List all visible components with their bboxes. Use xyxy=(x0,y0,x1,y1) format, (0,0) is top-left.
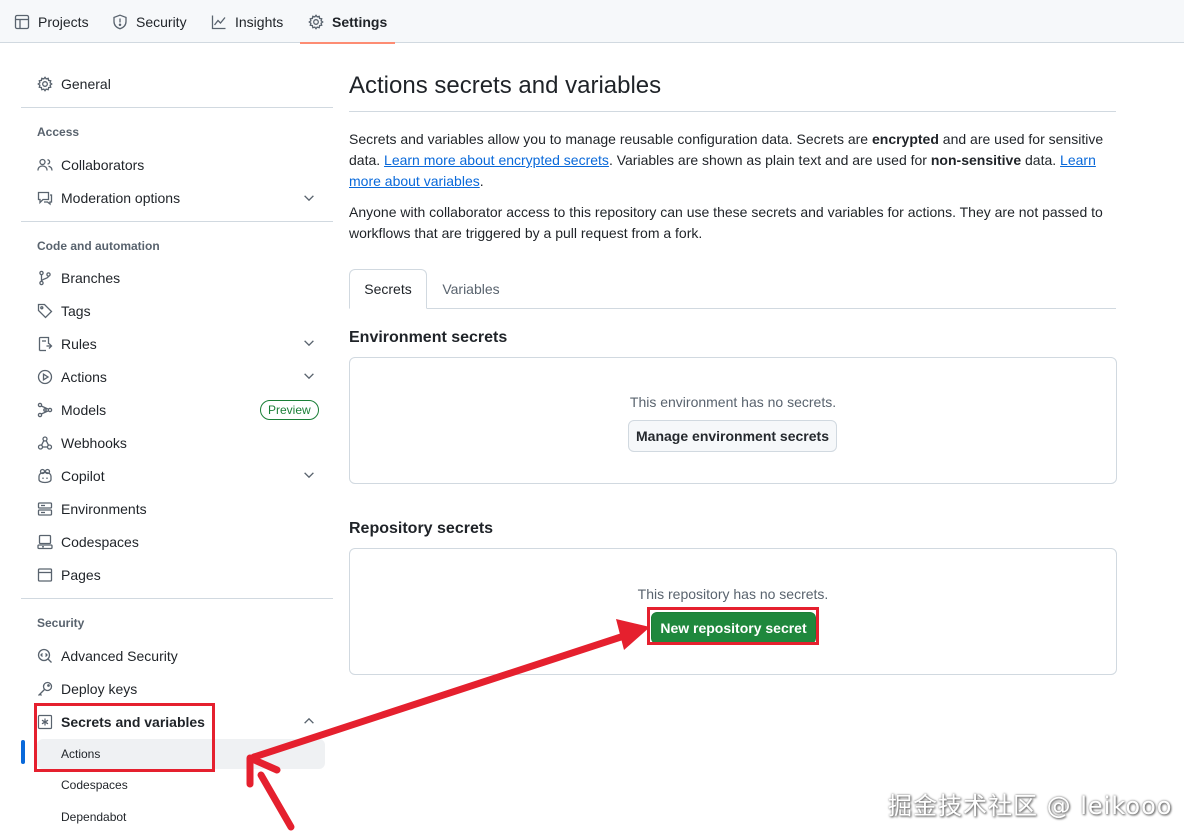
chevron-down-icon[interactable] xyxy=(302,191,316,205)
divider xyxy=(21,221,333,222)
branch-icon xyxy=(39,270,51,286)
play-icon xyxy=(37,369,53,385)
annotation-highlight-box xyxy=(34,703,215,772)
chevron-down-icon[interactable] xyxy=(302,336,316,350)
tab-security[interactable]: Security xyxy=(112,0,187,43)
repository-secrets-title: Repository secrets xyxy=(349,520,494,537)
divider xyxy=(349,111,1116,112)
rules-icon xyxy=(38,336,53,352)
gear-icon xyxy=(308,13,324,30)
sidebar-item-copilot[interactable]: Copilot xyxy=(37,461,105,491)
report-icon xyxy=(37,191,53,206)
sidebar-item-deploy-keys[interactable]: Deploy keys xyxy=(37,674,137,704)
sidebar-item-label: Environments xyxy=(61,501,147,517)
sidebar-item-label: Rules xyxy=(61,336,97,352)
key-icon xyxy=(38,681,53,696)
sidebar-item-label: Moderation options xyxy=(61,190,181,206)
sidebar-item-label: Pages xyxy=(61,567,101,583)
sidebar-item-label: Webhooks xyxy=(61,435,127,451)
sidebar-item-label: General xyxy=(61,76,111,92)
sidebar-item-branches[interactable]: Branches xyxy=(37,263,120,293)
codescan-icon xyxy=(37,648,52,663)
sidebar-subitem-dependabot[interactable]: Dependabot xyxy=(37,802,325,832)
sidebar-item-label: Advanced Security xyxy=(61,648,178,664)
people-icon xyxy=(37,158,53,171)
tab-label: Settings xyxy=(332,13,388,30)
chevron-down-icon[interactable] xyxy=(302,468,316,482)
tab-label: Security xyxy=(136,13,187,30)
sidebar-item-moderation[interactable]: Moderation options xyxy=(37,183,180,213)
empty-state-text: This repository has no secrets. xyxy=(637,586,829,602)
preview-badge: Preview xyxy=(260,400,319,420)
tab-label: Projects xyxy=(38,13,89,30)
sidebar-heading-code: Code and automation xyxy=(37,239,160,253)
sidebar-item-general[interactable]: General xyxy=(37,69,111,99)
codespaces-icon xyxy=(37,534,53,550)
intro-text: . xyxy=(479,173,484,189)
tab-secrets[interactable]: Secrets xyxy=(349,269,427,309)
sidebar-item-label: Branches xyxy=(61,270,121,286)
model-icon xyxy=(37,402,53,418)
tab-insights[interactable]: Insights xyxy=(211,0,283,43)
page-title: Actions secrets and variables xyxy=(349,72,662,99)
sidebar-item-label: Copilot xyxy=(61,468,105,484)
divider xyxy=(21,598,333,599)
intro-bold: non-sensitive xyxy=(930,152,1022,168)
gear-icon xyxy=(37,76,53,92)
sidebar-item-collaborators[interactable]: Collaborators xyxy=(37,150,144,180)
active-indicator xyxy=(21,740,25,764)
intro-text: . Variables are shown as plain text and … xyxy=(608,152,931,168)
chevron-up-icon[interactable] xyxy=(302,714,316,728)
sidebar-item-label: Codespaces xyxy=(61,534,139,550)
tag-icon xyxy=(37,303,53,319)
sidebar-item-label: Deploy keys xyxy=(61,681,138,697)
intro-bold: encrypted xyxy=(871,131,939,147)
watermark: 掘金技术社区 @ leikooo xyxy=(888,792,1173,820)
sidebar-item-advanced-security[interactable]: Advanced Security xyxy=(37,641,178,671)
empty-state-text: This environment has no secrets. xyxy=(629,394,837,410)
sidebar-item-codespaces[interactable]: Codespaces xyxy=(37,527,139,557)
sidebar-item-environments[interactable]: Environments xyxy=(37,494,147,524)
copilot-icon xyxy=(38,468,52,484)
sidebar-subitem-codespaces[interactable]: Codespaces xyxy=(37,770,325,800)
sidebar-item-rules[interactable]: Rules xyxy=(37,329,97,359)
sidebar-heading-security: Security xyxy=(37,616,85,630)
sidebar-item-actions[interactable]: Actions xyxy=(37,362,107,392)
sidebar-item-label: Models xyxy=(61,402,107,418)
sidebar-item-label: Tags xyxy=(61,303,91,319)
tab-variables[interactable]: Variables xyxy=(430,269,512,309)
sidebar-item-label: Collaborators xyxy=(61,157,145,173)
sidebar-heading-access: Access xyxy=(37,125,80,139)
browser-icon xyxy=(37,568,53,582)
table-icon xyxy=(14,14,30,29)
environment-secrets-title: Environment secrets xyxy=(349,329,508,346)
sidebar-item-label: Actions xyxy=(61,369,107,385)
intro-paragraph: Secrets and variables allow you to manag… xyxy=(349,129,1116,192)
learn-more-secrets-link[interactable]: Learn more about encrypted secrets xyxy=(384,152,609,168)
server-icon xyxy=(37,502,53,516)
tab-label: Insights xyxy=(235,13,284,30)
tab-settings[interactable]: Settings xyxy=(299,0,396,44)
tab-projects[interactable]: Projects xyxy=(14,0,89,43)
manage-environment-secrets-button[interactable]: Manage environment secrets xyxy=(628,420,837,452)
graph-icon xyxy=(211,15,226,29)
intro-text: Secrets and variables allow you to manag… xyxy=(349,131,872,147)
sidebar-item-pages[interactable]: Pages xyxy=(37,560,101,590)
intro-text: data. xyxy=(1021,152,1061,168)
access-note: Anyone with collaborator access to this … xyxy=(349,204,1103,241)
annotation-highlight-box xyxy=(647,607,819,645)
environment-secrets-box: This environment has no secrets. Manage … xyxy=(349,357,1117,484)
repo-nav: Projects Security Insights Settings xyxy=(0,0,1184,44)
sidebar-item-tags[interactable]: Tags xyxy=(37,296,91,326)
divider xyxy=(21,107,333,108)
webhook-icon xyxy=(37,436,53,450)
sidebar-item-webhooks[interactable]: Webhooks xyxy=(37,428,127,458)
chevron-down-icon[interactable] xyxy=(302,369,316,383)
shield-icon xyxy=(113,14,127,29)
sidebar-item-models[interactable]: Models xyxy=(37,395,106,425)
